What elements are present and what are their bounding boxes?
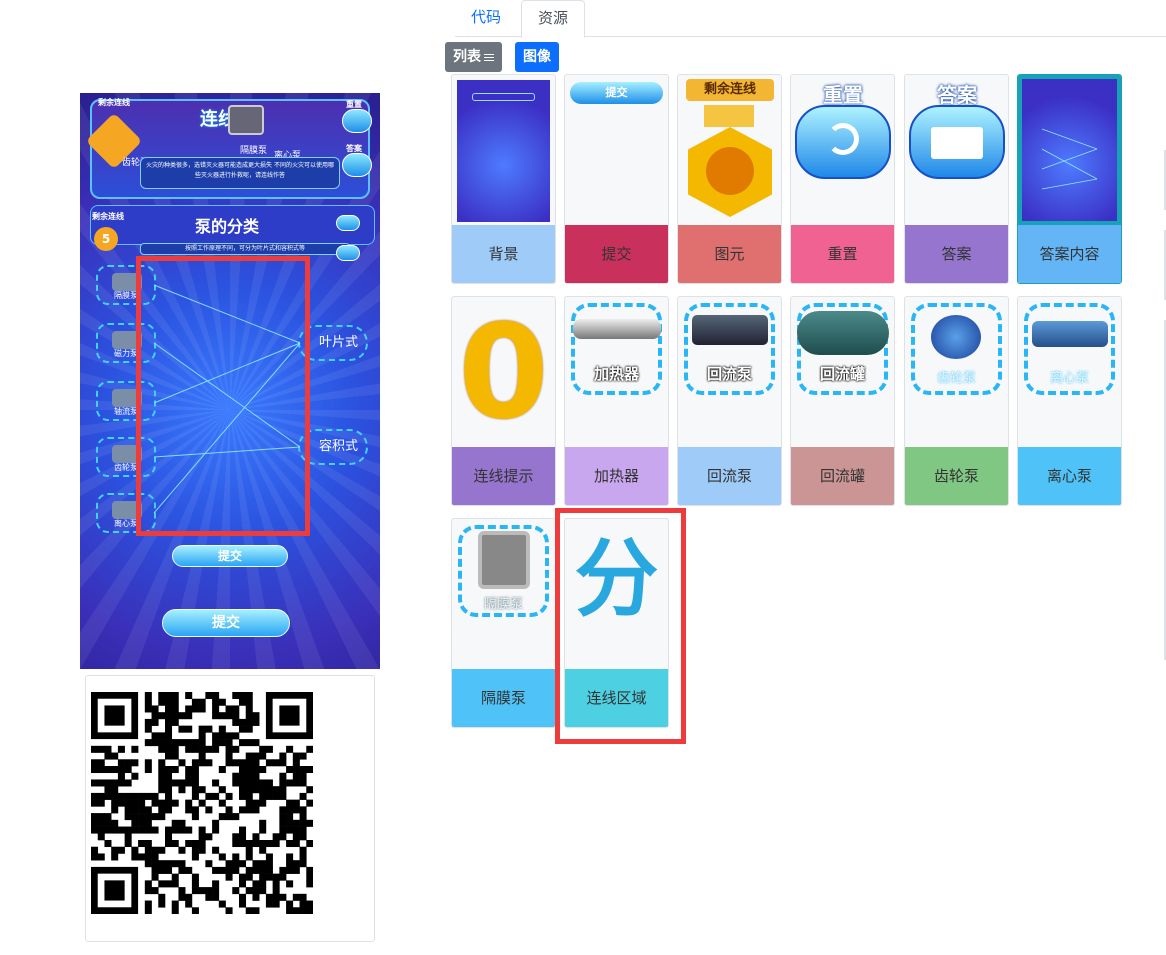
resource-card-background[interactable]: 背景 [451,74,556,284]
reflux-pump-thumb: 回流泵 [678,297,781,447]
reflux-pump-thumb-text: 回流泵 [706,365,752,383]
preview-submit-button[interactable]: 提交 [162,609,290,637]
centrifugal-thumb-text: 离心泵 [1049,371,1089,386]
resource-card-submit[interactable]: 提交 提交 [564,74,669,284]
resource-card-answer[interactable]: 答案 答案 [904,74,1009,284]
resource-label: 重置 [791,225,894,283]
heater-thumb: 加热器 [565,297,668,447]
resource-card-answer-content[interactable]: 答案内容 [1017,74,1122,284]
resource-card-reset[interactable]: 重置 重置 [790,74,895,284]
resource-card-heater[interactable]: 加热器 加热器 [564,296,669,506]
resource-card-reflux-pump[interactable]: 回流泵 回流泵 [677,296,782,506]
resource-label: 答案内容 [1018,225,1121,283]
resource-label: 答案 [905,225,1008,283]
resource-label: 齿轮泵 [905,447,1008,505]
centrifugal-thumb: 离心泵 [1018,297,1121,447]
resource-card-gear-pump[interactable]: 齿轮泵 齿轮泵 [904,296,1009,506]
diaphragm-thumb: 隔膜泵 [452,519,555,669]
resource-label: 背景 [452,225,555,283]
page: 代码 资源 列表 图像 剩余连线 连线 隔膜泵 离心泵 齿轮泵 重置 答案 火灾… [0,0,1166,955]
resource-label: 加热器 [565,447,668,505]
resource-card-centrifugal-pump[interactable]: 离心泵 离心泵 [1017,296,1122,506]
preview-inner-submit-button[interactable]: 提交 [172,545,288,567]
qr-code-icon [91,692,313,914]
background-thumb [452,75,555,225]
highlight-box [555,508,686,744]
answer-content-thumb [1018,75,1121,225]
gear-pump-thumb-text: 齿轮泵 [936,371,976,386]
tab-code[interactable]: 代码 [455,0,517,37]
reflux-tank-thumb-text: 回流罐 [819,365,865,383]
list-view-button[interactable]: 列表 [445,42,502,72]
image-view-button[interactable]: 图像 [515,42,559,72]
list-view-label: 列表 [453,49,481,65]
medal-thumb: 剩余连线 [678,75,781,225]
resource-card-line-hint[interactable]: 0 连线提示 [451,296,556,506]
submit-thumb: 提交 [565,75,668,225]
resource-label: 离心泵 [1018,447,1121,505]
answer-thumb: 答案 [905,75,1008,225]
reset-thumb: 重置 [791,75,894,225]
preview-phone: 剩余连线 连线 隔膜泵 离心泵 齿轮泵 重置 答案 火灾的种类很多，选错灭火器可… [80,93,380,669]
resource-label: 连线提示 [452,447,555,505]
resource-label: 提交 [565,225,668,283]
qr-code-card [85,675,375,942]
resource-label: 回流泵 [678,447,781,505]
preview-highlight-box [136,256,310,536]
resource-label: 隔膜泵 [452,669,555,727]
tab-resources[interactable]: 资源 [521,0,586,38]
tab-bar: 代码 资源 [455,0,1166,38]
gear-pump-thumb: 齿轮泵 [905,297,1008,447]
answer-content-lines-icon [1041,128,1098,190]
answer-thumb-text: 答案 [937,83,977,107]
resource-label: 回流罐 [791,447,894,505]
heater-thumb-text: 加热器 [593,365,639,383]
resource-card-reflux-tank[interactable]: 回流罐 回流罐 [790,296,895,506]
diaphragm-thumb-text: 隔膜泵 [483,597,523,612]
resource-card-element[interactable]: 剩余连线 图元 [677,74,782,284]
reflux-tank-thumb: 回流罐 [791,297,894,447]
medal-thumb-text: 剩余连线 [686,79,774,101]
zero-thumb-text: 0 [458,296,549,448]
resource-label: 图元 [678,225,781,283]
list-lines-icon [484,52,494,63]
resource-card-diaphragm-pump[interactable]: 隔膜泵 隔膜泵 [451,518,556,728]
reset-thumb-text: 重置 [823,83,863,107]
submit-thumb-text: 提交 [570,82,663,104]
zero-thumb: 0 [452,297,555,447]
